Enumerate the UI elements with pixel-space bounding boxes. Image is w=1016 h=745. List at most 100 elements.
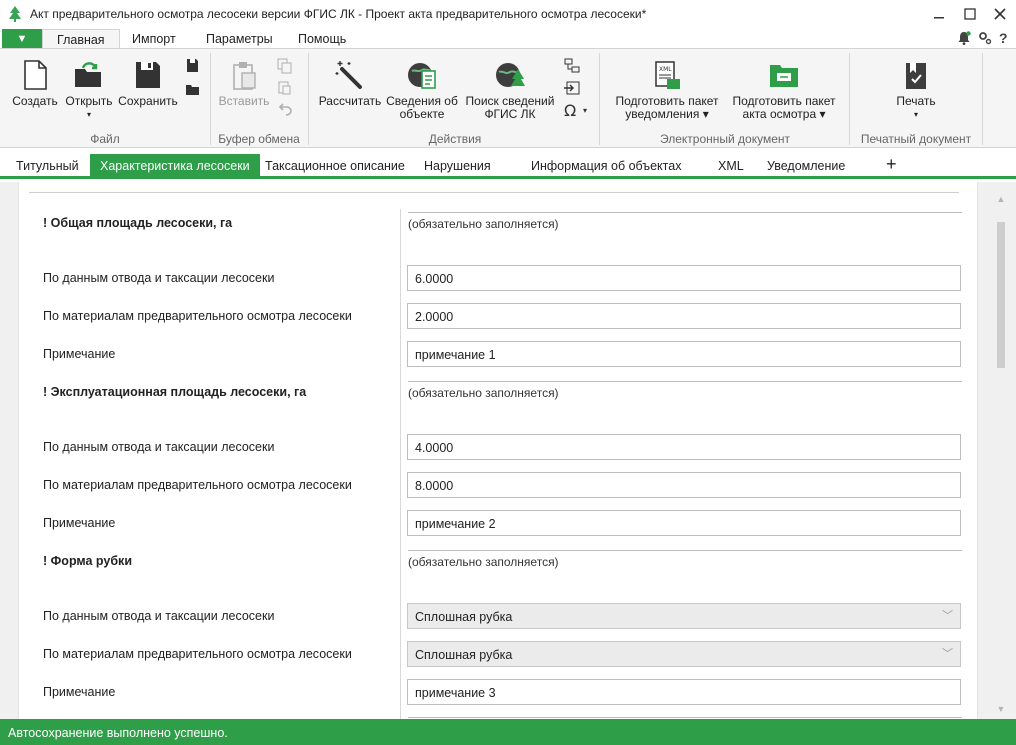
save-button[interactable]: Сохранить [116, 59, 180, 108]
copy-icon[interactable] [276, 58, 294, 74]
group-label-clipboard: Буфер обмена [218, 132, 300, 146]
close-button[interactable] [989, 4, 1011, 24]
chevron-down-icon: ﹀ [942, 610, 953, 622]
svg-text:XML: XML [659, 66, 672, 73]
vertical-scrollbar[interactable]: ▲ ▼ [992, 182, 1010, 719]
operational-area-note-input[interactable]: примечание 2 [407, 510, 961, 536]
group-label-print: Печатный документ [860, 132, 972, 146]
cutting-form-note-input[interactable]: примечание 3 [407, 679, 961, 705]
xml-package-icon: XML [655, 61, 680, 89]
row-label: По данным отвода и таксации лесосеки [43, 271, 275, 285]
row-label: Примечание [43, 685, 116, 699]
form-panel: ! Общая площадь лесосеки, га (обязательн… [18, 182, 978, 719]
status-message: Автосохранение выполнено успешно. [8, 726, 228, 740]
minimize-button[interactable] [928, 4, 950, 24]
row-label: По материалам предварительного осмотра л… [43, 478, 352, 492]
cutting-form-inspection-select[interactable]: Сплошная рубка ﹀ [407, 641, 961, 667]
tab-home[interactable]: Главная [42, 29, 120, 50]
globe-tree-icon [496, 63, 525, 87]
tab-taxation-description[interactable]: Таксационное описание [255, 154, 415, 178]
new-document-icon [24, 60, 47, 90]
scroll-up-arrow-icon[interactable]: ▲ [995, 194, 1007, 206]
ribbon-panel: Создать Открыть ▾ Сохранить Файл Вставит… [0, 48, 1016, 148]
row-label: Примечание [43, 516, 116, 530]
document-tab-bar: Титульный Характеристика лесосеки Таксац… [0, 149, 1016, 179]
divider [408, 212, 962, 213]
app-logo-icon [9, 6, 21, 22]
chevron-down-icon: ﹀ [942, 648, 953, 660]
save-floppy-icon [136, 62, 160, 88]
scrollbar-thumb[interactable] [997, 222, 1005, 368]
required-note: (обязательно заполняется) [408, 217, 559, 231]
svg-text:?: ? [999, 31, 1008, 45]
tab-violations[interactable]: Нарушения [414, 154, 501, 178]
maximize-button[interactable] [959, 4, 981, 24]
tab-xml[interactable]: XML [708, 154, 754, 178]
status-bar: Автосохранение выполнено успешно. [0, 719, 1016, 745]
total-area-survey-input[interactable]: 6.0000 [407, 265, 961, 291]
tab-notification[interactable]: Уведомление [757, 154, 855, 178]
divider [408, 717, 962, 718]
ribbon-separator [210, 53, 211, 145]
ribbon-separator [982, 53, 983, 145]
row-label: По данным отвода и таксации лесосеки [43, 440, 275, 454]
minimize-icon [934, 17, 944, 19]
open-folder-icon [75, 62, 101, 87]
scroll-down-arrow-icon[interactable]: ▼ [995, 704, 1007, 716]
total-area-note-input[interactable]: примечание 1 [407, 341, 961, 367]
section-title-total-area: ! Общая площадь лесосеки, га [43, 216, 233, 230]
row-label: По данным отвода и таксации лесосеки [43, 609, 275, 623]
notification-bell-icon[interactable] [956, 30, 972, 46]
tab-help[interactable]: Помощь [284, 29, 360, 49]
operational-area-survey-input[interactable]: 4.0000 [407, 434, 961, 460]
row-label: Примечание [43, 347, 116, 361]
copy-format-icon[interactable] [276, 80, 294, 96]
paste-clipboard-icon [233, 62, 256, 90]
structure-icon[interactable] [563, 58, 581, 74]
operational-area-inspection-input[interactable]: 8.0000 [407, 472, 961, 498]
ribbon-separator [599, 53, 600, 145]
file-menu-button[interactable]: ▼ [2, 29, 42, 48]
maximize-icon [964, 8, 976, 20]
add-tab-button[interactable]: + [876, 152, 907, 176]
paste-button[interactable]: Вставить [216, 59, 272, 108]
tab-cutting-area-characteristics[interactable]: Характеристика лесосеки [90, 154, 260, 178]
import-arrow-icon[interactable] [563, 80, 581, 96]
help-question-icon[interactable]: ? [998, 31, 1010, 45]
tab-title-page[interactable]: Титульный [6, 154, 89, 178]
window-title: Акт предварительного осмотра лесосеки ве… [30, 7, 647, 21]
calculate-button[interactable]: Рассчитать [318, 59, 382, 108]
magic-wand-icon [335, 61, 362, 89]
object-info-button[interactable]: Сведения об объекте [384, 59, 460, 121]
omega-symbol-icon[interactable]: Ω ▾ [563, 102, 591, 118]
recent-folder-icon[interactable] [184, 81, 202, 97]
tab-import[interactable]: Импорт [118, 29, 190, 49]
prepare-act-package-button[interactable]: Подготовить пакет акта осмотра ▾ [728, 59, 840, 121]
required-note: (обязательно заполняется) [408, 555, 559, 569]
section-title-cutting-form: ! Форма рубки [43, 554, 133, 568]
undo-icon[interactable] [276, 102, 294, 118]
settings-gear-icon[interactable] [978, 31, 992, 45]
tab-parameters[interactable]: Параметры [192, 29, 287, 49]
search-fgis-button[interactable]: Поиск сведений ФГИС ЛК [462, 59, 558, 121]
divider [408, 550, 962, 551]
close-icon [994, 8, 1006, 20]
create-button[interactable]: Создать [10, 59, 60, 108]
cutting-form-survey-select[interactable]: Сплошная рубка ﹀ [407, 603, 961, 629]
group-label-file: Файл [90, 132, 120, 146]
required-note: (обязательно заполняется) [408, 386, 559, 400]
select-value: Сплошная рубка [415, 610, 513, 624]
column-divider [400, 209, 401, 719]
open-button[interactable]: Открыть ▾ [62, 59, 116, 121]
save-as-icon[interactable] [184, 58, 202, 74]
print-button[interactable]: Печать ▾ [886, 59, 946, 121]
object-info-icon [408, 63, 436, 89]
svg-text:▾: ▾ [583, 106, 587, 115]
group-label-actions: Действия [428, 132, 482, 146]
prepare-notice-package-button[interactable]: XML Подготовить пакет уведомления ▾ [608, 59, 726, 121]
divider [408, 381, 962, 382]
ribbon-separator [308, 53, 309, 145]
tab-objects-info[interactable]: Информация об объектах [521, 154, 691, 178]
total-area-inspection-input[interactable]: 2.0000 [407, 303, 961, 329]
svg-text:Ω: Ω [564, 102, 576, 118]
